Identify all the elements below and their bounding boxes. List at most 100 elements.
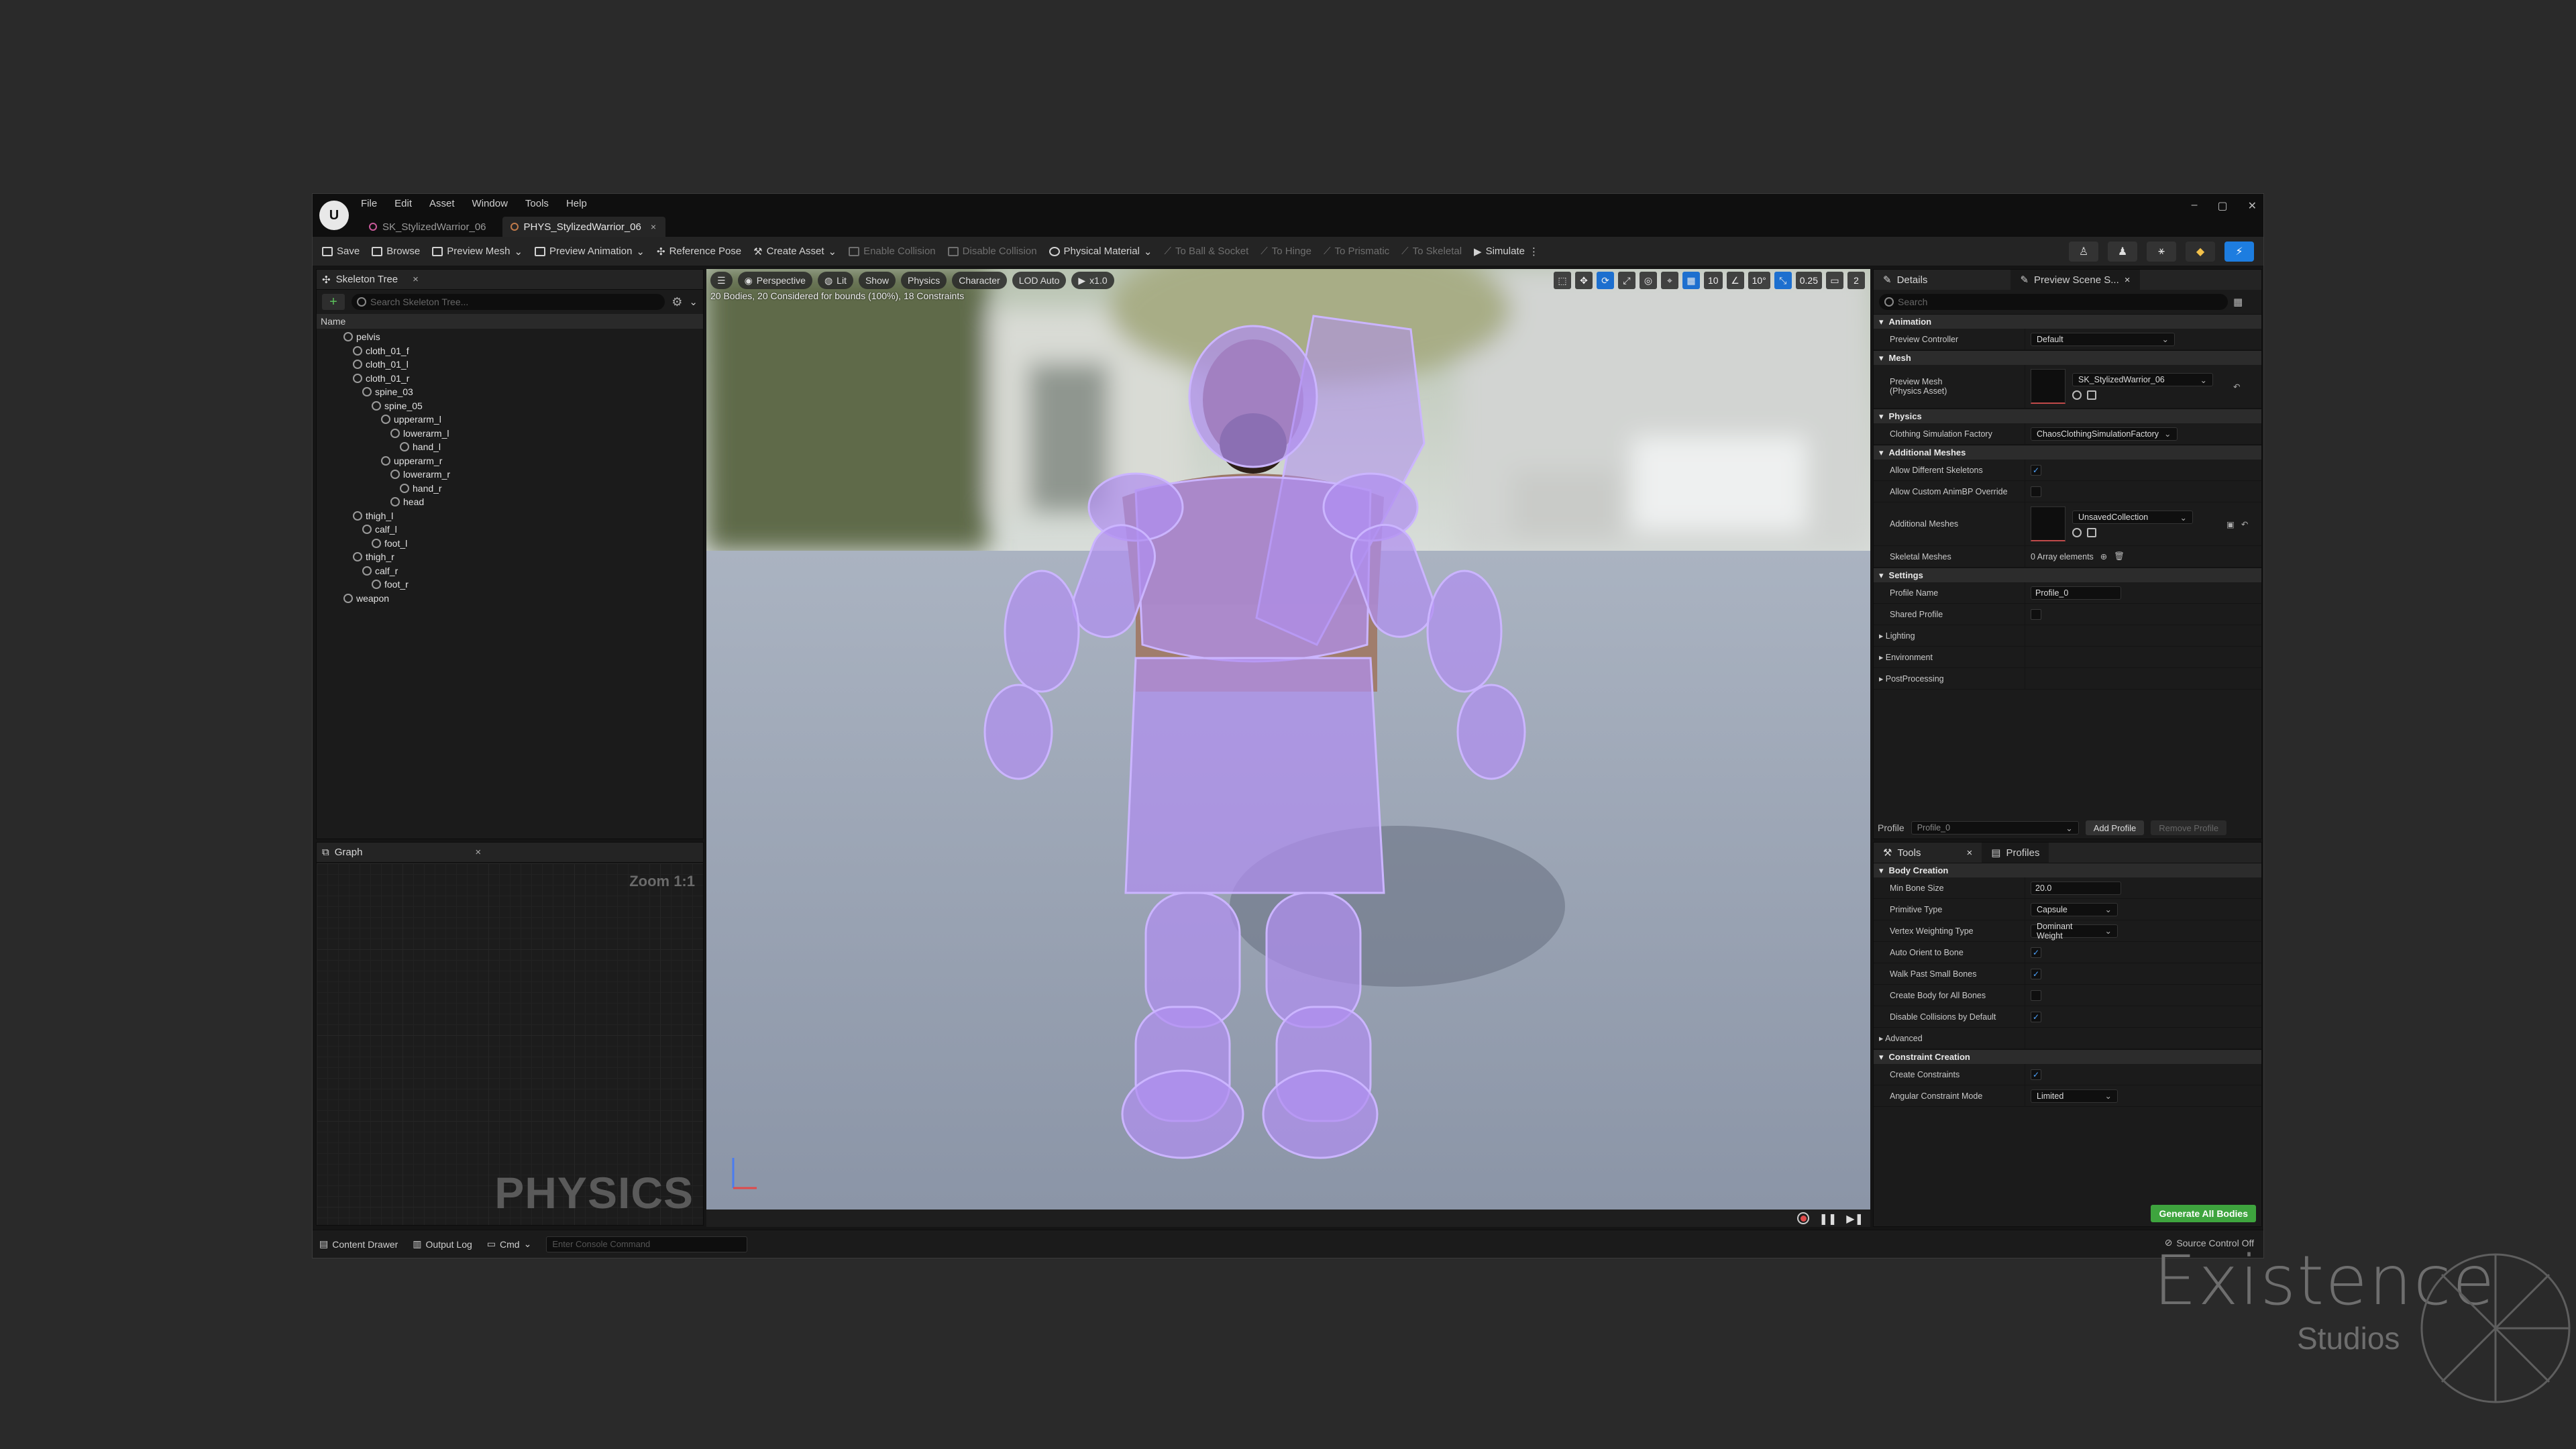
save-icon[interactable]: ▣ bbox=[2226, 519, 2235, 529]
use-selected-icon[interactable] bbox=[2087, 390, 2096, 400]
camera-speed-icon[interactable]: ▭ bbox=[1826, 272, 1843, 289]
profile-name-field[interactable]: Profile_0 bbox=[2031, 586, 2121, 600]
unreal-logo-icon[interactable]: U bbox=[319, 201, 349, 230]
simulate-button[interactable]: ▶ Simulate ⋮ bbox=[1474, 246, 1539, 258]
create-constraints-checkbox[interactable]: ✓ bbox=[2031, 1069, 2041, 1080]
details-search-input[interactable]: Search bbox=[1879, 294, 2228, 310]
record-icon[interactable] bbox=[1797, 1212, 1810, 1224]
menu-file[interactable]: File bbox=[361, 198, 377, 209]
angular-mode-dropdown[interactable]: Limited bbox=[2031, 1089, 2118, 1103]
min-bone-size-field[interactable]: 20.0 bbox=[2031, 881, 2121, 895]
physical-material-button[interactable]: Physical Material ⌄ bbox=[1049, 246, 1152, 258]
menu-window[interactable]: Window bbox=[472, 198, 508, 209]
primitive-type-dropdown[interactable]: Capsule bbox=[2031, 902, 2118, 916]
additional-meshes-dropdown[interactable]: UnsavedCollection bbox=[2072, 511, 2193, 524]
lit-button[interactable]: ◍ Lit bbox=[817, 272, 853, 289]
add-profile-button[interactable]: Add Profile bbox=[2085, 820, 2145, 835]
create-body-all-checkbox[interactable] bbox=[2031, 989, 2041, 1001]
browse-button[interactable]: Browse bbox=[372, 246, 420, 257]
section-animation[interactable]: ▾ Animation bbox=[1874, 314, 2261, 329]
preview-animation-button[interactable]: Preview Animation ⌄ bbox=[535, 246, 645, 258]
enable-collision-button[interactable]: Enable Collision bbox=[849, 246, 936, 257]
prop-postprocessing[interactable]: ▸ PostProcessing bbox=[1874, 668, 2261, 690]
menu-edit[interactable]: Edit bbox=[394, 198, 412, 209]
perspective-button[interactable]: ◉ Perspective bbox=[737, 272, 812, 289]
viewport-options-button[interactable]: ☰ bbox=[710, 272, 733, 289]
browse-to-asset-icon[interactable] bbox=[2072, 528, 2082, 537]
bone-row-lowerarm_r[interactable]: lowerarm_r bbox=[317, 468, 703, 482]
bone-row-pelvis[interactable]: pelvis bbox=[317, 330, 703, 344]
menu-asset[interactable]: Asset bbox=[429, 198, 455, 209]
bone-row-foot_l[interactable]: foot_l bbox=[317, 537, 703, 551]
section-additional-meshes[interactable]: ▾ Additional Meshes bbox=[1874, 445, 2261, 460]
reference-pose-button[interactable]: ✣ Reference Pose bbox=[657, 246, 741, 258]
grid-view-icon[interactable]: ▦ bbox=[2233, 296, 2243, 308]
bone-row-lowerarm_l[interactable]: lowerarm_l bbox=[317, 427, 703, 441]
bone-row-hand_l[interactable]: hand_l bbox=[317, 440, 703, 454]
section-physics[interactable]: ▾ Physics bbox=[1874, 409, 2261, 423]
menu-help[interactable]: Help bbox=[566, 198, 587, 209]
viewport[interactable]: ☰ ◉ Perspective ◍ Lit Show Physics Charact… bbox=[706, 269, 1870, 1227]
vertex-weighting-dropdown[interactable]: Dominant Weight bbox=[2031, 922, 2118, 941]
viewport-timeline[interactable]: ❚❚ ▶❚ bbox=[706, 1210, 1870, 1227]
to-skeletal-button[interactable]: ⟋ To Skeletal bbox=[1401, 246, 1462, 257]
use-selected-icon[interactable] bbox=[2087, 528, 2096, 537]
grid-snap-value[interactable]: 10 bbox=[1704, 272, 1723, 289]
browse-to-asset-icon[interactable] bbox=[2072, 390, 2082, 400]
step-forward-icon[interactable]: ▶❚ bbox=[1846, 1212, 1864, 1226]
gear-icon[interactable]: ⚙ bbox=[672, 295, 682, 309]
close-icon[interactable]: × bbox=[2125, 274, 2131, 286]
name-column-header[interactable]: Name bbox=[317, 314, 703, 329]
playback-speed-button[interactable]: ▶ x1.0 bbox=[1071, 272, 1114, 289]
to-prismatic-button[interactable]: ⟋ To Prismatic bbox=[1324, 246, 1389, 257]
preview-mesh-button[interactable]: Preview Mesh ⌄ bbox=[432, 246, 523, 258]
maximize-icon[interactable]: ▢ bbox=[2217, 199, 2227, 213]
clothing-factory-dropdown[interactable]: ChaosClothingSimulationFactory bbox=[2031, 427, 2178, 441]
section-settings[interactable]: ▾ Settings bbox=[1874, 568, 2261, 582]
save-button[interactable]: Save bbox=[322, 246, 360, 257]
tab-profiles[interactable]: ▤ Profiles bbox=[1982, 843, 2049, 863]
output-log-button[interactable]: ▥ Output Log bbox=[413, 1238, 472, 1250]
bone-row-calf_l[interactable]: calf_l bbox=[317, 523, 703, 537]
create-asset-button[interactable]: ⚒ Create Asset ⌄ bbox=[753, 246, 837, 258]
show-button[interactable]: Show bbox=[858, 272, 896, 289]
generate-all-bodies-button[interactable]: Generate All Bodies bbox=[2151, 1205, 2256, 1222]
tab-tools[interactable]: ⚒ Tools × bbox=[1874, 843, 1982, 863]
walk-past-checkbox[interactable]: ✓ bbox=[2031, 968, 2041, 979]
character-button[interactable]: Character bbox=[952, 272, 1007, 289]
bone-row-cloth_01_f[interactable]: cloth_01_f bbox=[317, 344, 703, 358]
close-tab-icon[interactable]: × bbox=[651, 221, 656, 232]
physics-mode-icon[interactable]: ⚡ bbox=[2224, 241, 2254, 262]
chevron-down-icon[interactable]: ⌄ bbox=[689, 296, 698, 308]
disable-collision-button[interactable]: Disable Collision bbox=[947, 246, 1037, 257]
add-element-icon[interactable]: ⊕ bbox=[2100, 551, 2107, 561]
auto-orient-checkbox[interactable]: ✓ bbox=[2031, 947, 2041, 958]
blueprint-mode-icon[interactable]: ◆ bbox=[2186, 241, 2215, 262]
collection-thumbnail[interactable] bbox=[2031, 506, 2065, 541]
bone-row-weapon[interactable]: weapon bbox=[317, 592, 703, 606]
rotation-snap-icon[interactable]: ∠ bbox=[1726, 272, 1744, 289]
mesh-mode-icon[interactable]: ♟ bbox=[2108, 241, 2137, 262]
surface-snap-icon[interactable]: ⌖ bbox=[1661, 272, 1678, 289]
bone-row-thigh_l[interactable]: thigh_l bbox=[317, 509, 703, 523]
bone-row-foot_r[interactable]: foot_r bbox=[317, 578, 703, 592]
preview-controller-dropdown[interactable]: Default bbox=[2031, 332, 2175, 346]
allow-custom-animbp-checkbox[interactable] bbox=[2031, 486, 2041, 497]
scale-snap-toggle[interactable]: ⤡ bbox=[1774, 272, 1792, 289]
disable-collisions-checkbox[interactable]: ✓ bbox=[2031, 1011, 2041, 1022]
bone-row-hand_r[interactable]: hand_r bbox=[317, 482, 703, 496]
select-icon[interactable]: ⬚ bbox=[1554, 272, 1571, 289]
remove-profile-button[interactable]: Remove Profile bbox=[2151, 820, 2227, 835]
section-constraint-creation[interactable]: ▾ Constraint Creation bbox=[1874, 1049, 2261, 1064]
minimize-icon[interactable]: – bbox=[2192, 199, 2198, 213]
menu-tools[interactable]: Tools bbox=[525, 198, 549, 209]
tab-preview-scene[interactable]: ✎ Preview Scene S... × bbox=[2010, 270, 2140, 290]
to-ball-socket-button[interactable]: ⟋ To Ball & Socket bbox=[1165, 246, 1249, 257]
skeleton-mode-icon[interactable]: ♙ bbox=[2069, 241, 2098, 262]
tab-physics-asset[interactable]: PHYS_StylizedWarrior_06 × bbox=[502, 217, 666, 237]
prop-advanced[interactable]: ▸ Advanced bbox=[1874, 1028, 2261, 1049]
tab-details[interactable]: ✎ Details bbox=[1874, 270, 1937, 290]
close-window-icon[interactable]: ✕ bbox=[2248, 199, 2257, 213]
pause-icon[interactable]: ❚❚ bbox=[1819, 1212, 1837, 1226]
scale-icon[interactable]: ⤢ bbox=[1618, 272, 1635, 289]
